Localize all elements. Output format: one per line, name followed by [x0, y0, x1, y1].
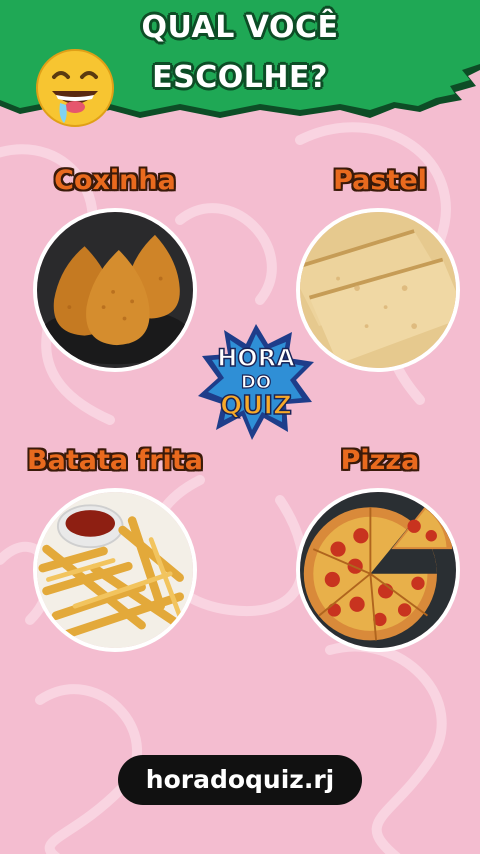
coxinha-image[interactable] — [33, 208, 197, 372]
logo-text-do: DO — [241, 372, 271, 393]
hora-do-quiz-logo: HORA DO QUIZ — [198, 324, 314, 440]
option-label-pizza: Pizza — [340, 445, 420, 476]
option-label-coxinha: Coxinha — [54, 165, 176, 196]
title-line-2: ESCOLHE? — [152, 60, 328, 95]
pizza-image[interactable] — [296, 488, 460, 652]
logo-text-quiz: QUIZ — [220, 391, 292, 421]
pastel-image[interactable] — [296, 208, 460, 372]
title-line-1: QUAL VOCÊ — [141, 10, 339, 45]
french-fries-image[interactable] — [33, 488, 197, 652]
logo-text-hora: HORA — [217, 344, 295, 372]
option-label-batata-frita: Batata frita — [27, 445, 203, 476]
option-label-pastel: Pastel — [333, 165, 427, 196]
instagram-handle[interactable]: horadoquiz.rj — [118, 755, 362, 805]
drooling-face-icon — [36, 49, 114, 127]
